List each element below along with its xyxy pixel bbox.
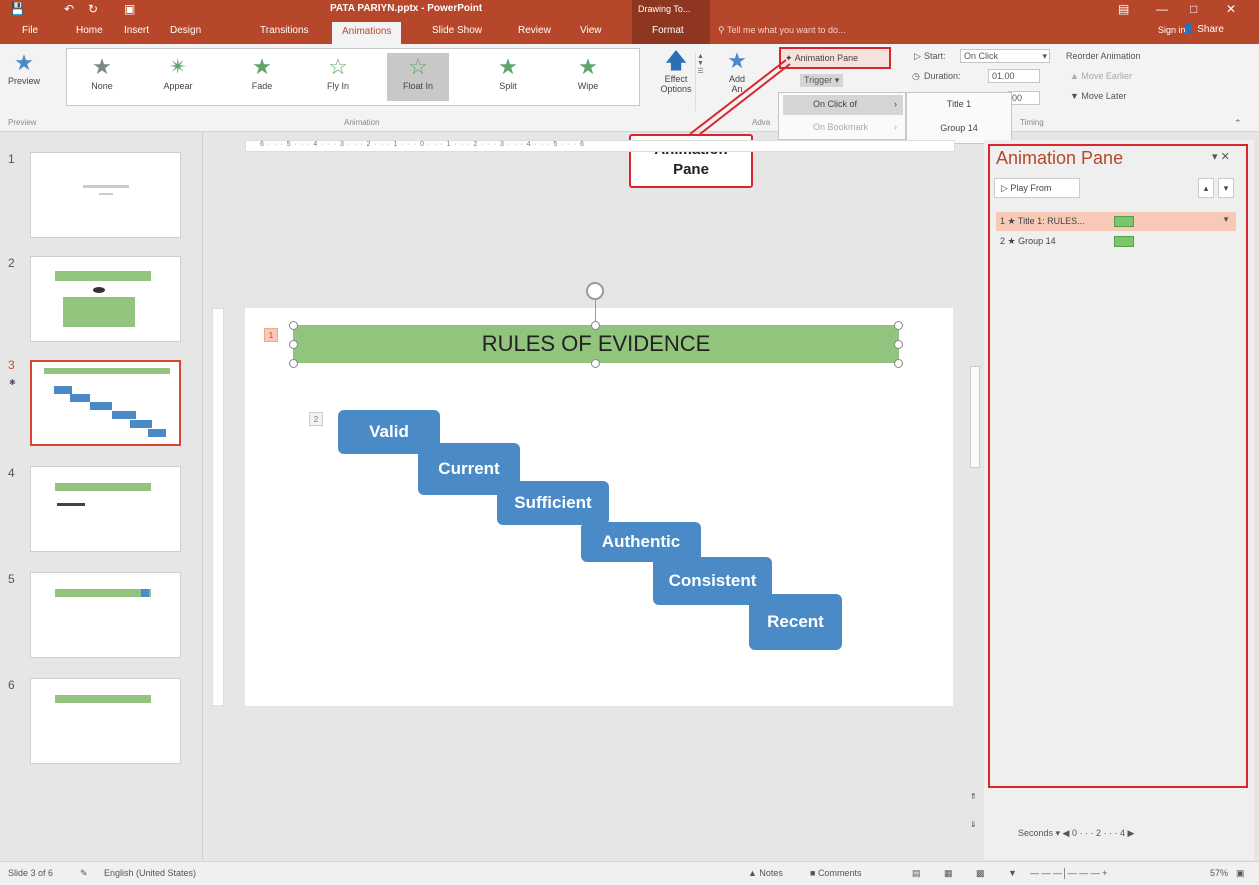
step-recent[interactable]: Recent xyxy=(749,594,842,650)
seconds-label: Seconds xyxy=(1018,828,1054,838)
scrollbar-thumb[interactable] xyxy=(970,366,980,468)
resize-handle[interactable] xyxy=(894,321,903,330)
notes-button[interactable]: ▲ Notes xyxy=(748,868,783,878)
language[interactable]: English (United States) xyxy=(104,868,196,878)
resize-handle[interactable] xyxy=(289,340,298,349)
next-slide-icon[interactable]: ⇓ xyxy=(970,820,977,829)
thumb-number: 4 xyxy=(8,466,15,480)
reading-view-icon[interactable]: ▩ xyxy=(976,868,985,879)
fit-to-window-icon[interactable]: ▣ xyxy=(1236,868,1245,879)
animation-star-icon: ✱ xyxy=(9,378,16,387)
rotate-handle-icon[interactable] xyxy=(586,282,604,300)
callout-line-2: Pane xyxy=(673,161,709,178)
timeline-scale: 0 · · · 2 · · · 4 xyxy=(1071,828,1125,838)
resize-handle[interactable] xyxy=(289,321,298,330)
thumb-number: 5 xyxy=(8,572,15,586)
step-sufficient[interactable]: Sufficient xyxy=(497,481,609,525)
slide-thumbnail-3[interactable] xyxy=(30,360,181,446)
resize-handle[interactable] xyxy=(591,359,600,368)
comments-label: Comments xyxy=(817,868,862,878)
status-bar: Slide 3 of 6 ✎ English (United States) ▲… xyxy=(0,861,1259,885)
pane-timeline[interactable]: Seconds ▾ ◀ 0 · · · 2 · · · 4 ▶ xyxy=(1018,828,1134,839)
slideshow-icon[interactable]: ▼ xyxy=(1008,868,1017,878)
prev-slide-icon[interactable]: ⇑ xyxy=(970,792,977,801)
slide-thumbnails-panel: 1 2 3 ✱ 4 5 6 xyxy=(0,132,203,860)
comments-button[interactable]: ■ Comments xyxy=(810,868,861,878)
animation-tag-1[interactable]: 1 xyxy=(264,328,278,342)
horizontal-ruler: 6 · · · 5 · · · 4 · · · 3 · · · 2 · · · … xyxy=(245,140,955,152)
spellcheck-icon[interactable]: ✎ xyxy=(80,868,88,879)
thumb-number: 2 xyxy=(8,256,15,270)
notes-label: Notes xyxy=(759,868,783,878)
slide-title[interactable]: RULES OF EVIDENCE xyxy=(293,325,899,363)
slide-thumbnail-1[interactable] xyxy=(30,152,181,238)
thumb-number: 1 xyxy=(8,152,15,166)
step-authentic[interactable]: Authentic xyxy=(581,522,701,562)
animation-pane-highlight xyxy=(988,144,1248,788)
slide-sorter-icon[interactable]: ▦ xyxy=(944,868,953,879)
resize-handle[interactable] xyxy=(591,321,600,330)
resize-handle[interactable] xyxy=(894,340,903,349)
slide-info: Slide 3 of 6 xyxy=(8,868,54,878)
slide-scrollbar[interactable]: ⇑ ⇓ xyxy=(968,152,982,852)
resize-handle[interactable] xyxy=(894,359,903,368)
thumb-number: 6 xyxy=(8,678,15,692)
vertical-ruler xyxy=(212,308,224,706)
zoom-slider[interactable]: — — —│— — — + xyxy=(1030,868,1107,878)
slide-thumbnail-2[interactable] xyxy=(30,256,181,342)
slide-thumbnail-4[interactable] xyxy=(30,466,181,552)
resize-handle[interactable] xyxy=(289,359,298,368)
thumb-number: 3 xyxy=(8,358,15,372)
slide-thumbnail-6[interactable] xyxy=(30,678,181,764)
normal-view-icon[interactable]: ▤ xyxy=(912,868,921,879)
zoom-level[interactable]: 57% xyxy=(1210,868,1228,878)
slide-thumbnail-5[interactable] xyxy=(30,572,181,658)
animation-tag-2[interactable]: 2 xyxy=(309,412,323,426)
